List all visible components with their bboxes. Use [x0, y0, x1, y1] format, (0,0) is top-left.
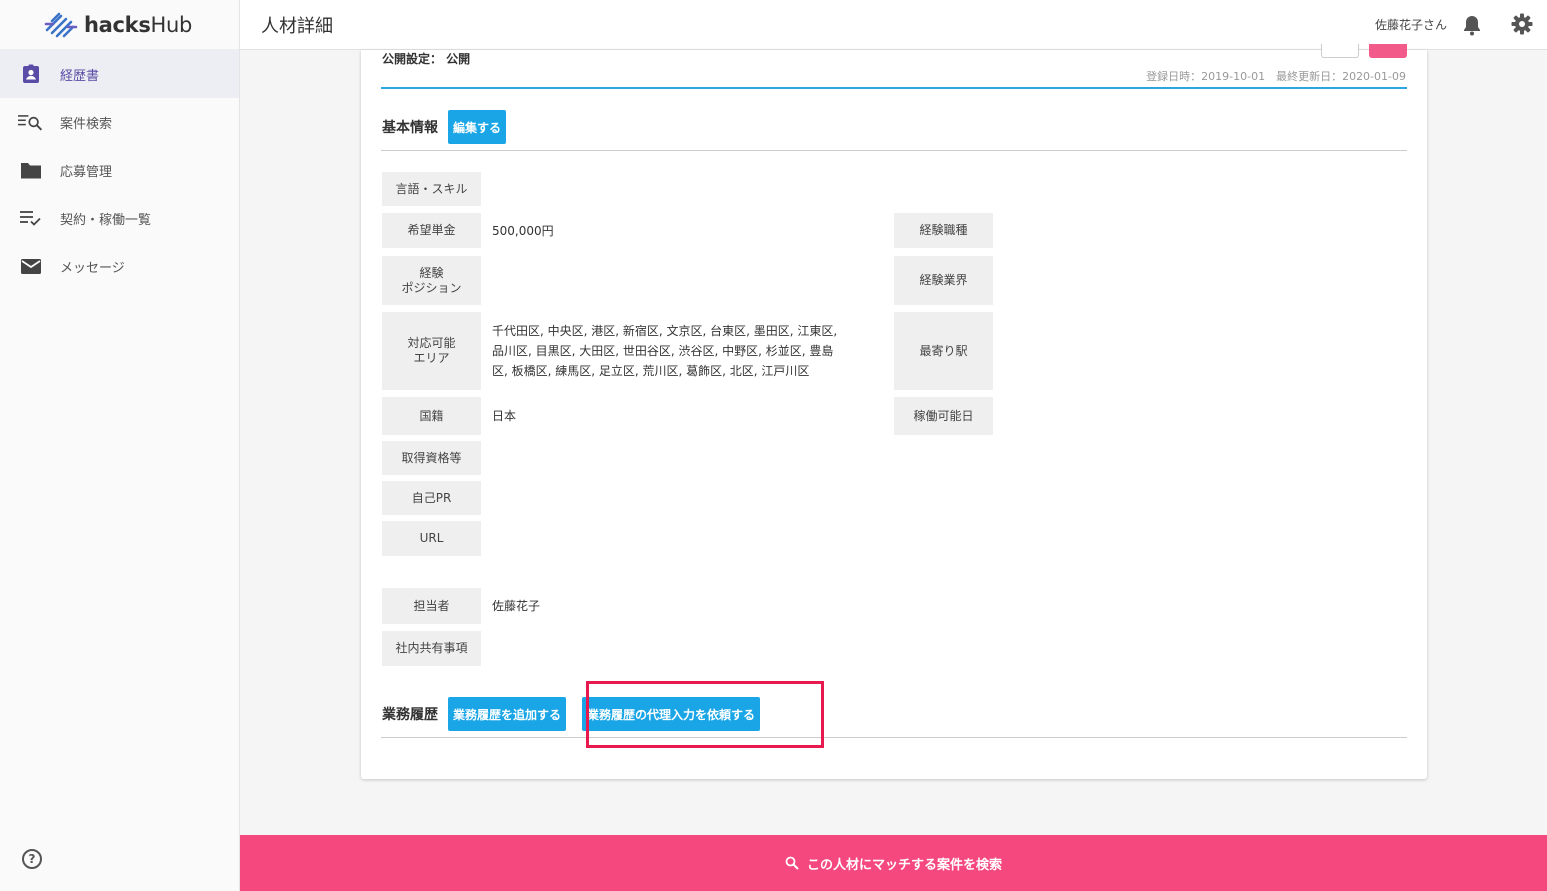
- checklist-icon: [18, 207, 44, 229]
- logo[interactable]: hacksHub: [0, 0, 239, 50]
- section-title: 基本情報: [382, 120, 438, 136]
- add-work-history-button[interactable]: 業務履歴を追加する: [448, 697, 567, 731]
- edit-button[interactable]: 編集する: [448, 110, 507, 144]
- sidebar-item-label: メッセージ: [60, 260, 125, 276]
- logo-text: hacksHub: [84, 12, 193, 37]
- divider: [381, 737, 1407, 738]
- field-label: 取得資格等: [382, 441, 481, 475]
- folder-icon: [18, 159, 44, 181]
- sidebar-item-messages[interactable]: メッセージ: [0, 242, 239, 290]
- list-search-icon: [18, 111, 44, 133]
- field-label: 希望単金: [382, 213, 481, 248]
- card-secondary-button[interactable]: [1321, 44, 1359, 58]
- field-label: URL: [382, 521, 481, 556]
- sidebar-item-label: 応募管理: [60, 164, 113, 180]
- bell-icon[interactable]: [1461, 14, 1483, 36]
- card-primary-button[interactable]: [1369, 44, 1407, 58]
- sidebar-item-contracts[interactable]: 契約・稼働一覧: [0, 194, 239, 242]
- field-label: 最寄り駅: [894, 312, 993, 390]
- field-label: 担当者: [382, 588, 481, 624]
- basic-info-header: 基本情報 編集する: [382, 110, 507, 144]
- field-value: 佐藤花子: [492, 599, 541, 613]
- logo-mark-icon: [44, 12, 78, 37]
- page-title: 人材詳細: [261, 15, 333, 37]
- highlight-box: [586, 681, 824, 748]
- field-label: 社内共有事項: [382, 631, 481, 666]
- search-icon: [785, 856, 799, 870]
- field-label: 経験職種: [894, 213, 993, 248]
- badge-icon: [18, 63, 44, 85]
- field-label: 対応可能 エリア: [382, 312, 481, 390]
- field-value: 500,000円: [492, 224, 554, 238]
- mail-icon: [18, 255, 44, 277]
- sidebar: hacksHub 経歴書 案件検索 応募管理 契約・稼働一覧 メッセージ ?: [0, 0, 240, 891]
- user-name[interactable]: 佐藤花子さん: [1375, 16, 1447, 33]
- field-label: 言語・スキル: [382, 172, 481, 206]
- field-value: 日本: [492, 409, 517, 423]
- field-label: 自己PR: [382, 481, 481, 515]
- help-icon[interactable]: ?: [22, 849, 42, 869]
- field-label: 経験 ポジション: [382, 256, 481, 305]
- field-label: 経験業界: [894, 256, 993, 305]
- gear-icon[interactable]: [1511, 13, 1533, 35]
- sidebar-item-label: 契約・稼働一覧: [60, 212, 152, 228]
- publish-setting: 公開設定： 公開: [382, 52, 471, 66]
- sidebar-item-resume[interactable]: 経歴書: [0, 50, 239, 98]
- sidebar-item-job-search[interactable]: 案件検索: [0, 98, 239, 146]
- section-title: 業務履歴: [382, 707, 438, 723]
- match-search-button[interactable]: この人材にマッチする案件を検索: [240, 835, 1547, 891]
- header: 人材詳細 佐藤花子さん: [240, 0, 1547, 50]
- divider: [381, 87, 1407, 89]
- resume-card: 公開設定： 公開 登録日時：2019-10-01 最終更新日：2020-01-0…: [361, 44, 1427, 779]
- field-label: 国籍: [382, 397, 481, 435]
- field-label: 稼働可能日: [894, 397, 993, 435]
- registration-dates: 登録日時：2019-10-01 最終更新日：2020-01-09: [1146, 70, 1406, 83]
- sidebar-item-label: 経歴書: [60, 68, 100, 84]
- match-search-label: この人材にマッチする案件を検索: [806, 857, 1002, 873]
- divider: [381, 150, 1407, 151]
- sidebar-item-label: 案件検索: [60, 116, 113, 132]
- sidebar-item-applications[interactable]: 応募管理: [0, 146, 239, 194]
- field-value: 千代田区, 中央区, 港区, 新宿区, 文京区, 台東区, 墨田区, 江東区, …: [492, 324, 838, 378]
